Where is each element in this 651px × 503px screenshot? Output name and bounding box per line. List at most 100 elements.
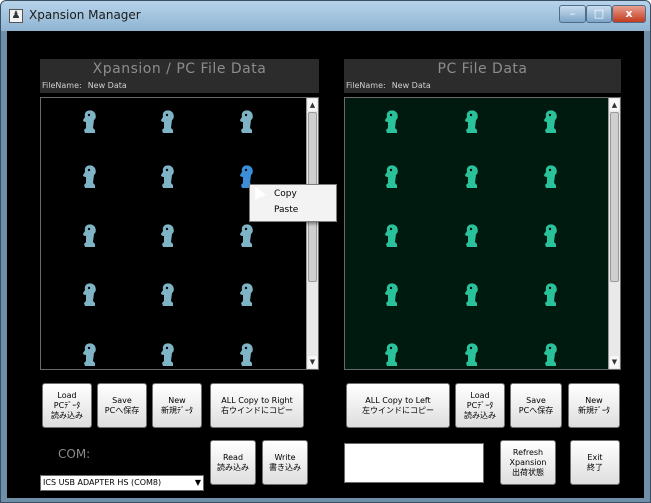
button-label: 書き込み xyxy=(269,462,301,472)
right-save-button[interactable]: Save PCへ保存 xyxy=(510,383,562,428)
button-label: Exit xyxy=(587,452,603,462)
figure-slot-icon[interactable] xyxy=(540,281,562,307)
exit-button[interactable]: Exit 終了 xyxy=(570,440,620,485)
figure-slot-icon[interactable] xyxy=(540,163,562,189)
window-title: Xpansion Manager xyxy=(29,8,141,22)
title-bar[interactable]: ♟ Xpansion Manager – □ x xyxy=(1,1,650,31)
figure-slot-icon[interactable] xyxy=(381,222,403,248)
figure-slot-icon[interactable] xyxy=(381,163,403,189)
figure-slot-icon[interactable] xyxy=(540,108,562,134)
button-label: PCﾃﾞｰﾀ xyxy=(53,400,81,410)
right-filename-label: FileName: xyxy=(346,81,386,90)
com-label: COM: xyxy=(58,447,91,461)
chevron-down-icon[interactable]: ▼ xyxy=(195,476,201,490)
figure-slot-icon[interactable] xyxy=(461,341,483,367)
button-label: Save xyxy=(526,395,546,405)
left-new-button[interactable]: New 新規ﾃﾞｰﾀ xyxy=(152,383,202,428)
scroll-down-icon[interactable]: ▼ xyxy=(610,356,619,368)
left-filename-label: FileName: xyxy=(42,81,82,90)
button-label: Save xyxy=(112,395,132,405)
app-icon: ♟ xyxy=(9,9,23,23)
figure-slot-icon[interactable] xyxy=(381,281,403,307)
figure-slot-icon[interactable] xyxy=(461,222,483,248)
button-label: Load xyxy=(57,390,77,400)
scroll-down-icon[interactable]: ▼ xyxy=(308,356,317,368)
button-label: ALL Copy to Right xyxy=(221,395,293,405)
button-label: 終了 xyxy=(587,462,603,472)
button-label: ALL Copy to Left xyxy=(365,395,431,405)
context-menu-paste[interactable]: Paste xyxy=(274,205,298,215)
figure-slot-icon[interactable] xyxy=(236,108,258,134)
left-filename-value: New Data xyxy=(87,81,127,90)
figure-slot-icon[interactable] xyxy=(540,222,562,248)
right-filename-value: New Data xyxy=(391,81,431,90)
right-new-button[interactable]: New 新規ﾃﾞｰﾀ xyxy=(568,383,620,428)
figure-slot-icon[interactable] xyxy=(79,341,101,367)
com-port-select[interactable]: ICS USB ADAPTER HS (COM8) ▼ xyxy=(40,475,204,491)
button-label: 読み込み xyxy=(464,410,496,420)
figure-slot-icon[interactable] xyxy=(79,108,101,134)
left-filename: FileName: New Data xyxy=(42,81,133,90)
copy-to-left-button[interactable]: ALL Copy to Left 左ウインドにコピー xyxy=(346,383,450,428)
figure-slot-icon[interactable] xyxy=(236,222,258,248)
minimize-button[interactable]: – xyxy=(559,5,586,23)
close-icon: x xyxy=(625,7,633,20)
context-menu-copy[interactable]: Copy xyxy=(274,189,297,199)
button-label: PCへ保存 xyxy=(518,405,554,415)
figure-slot-icon[interactable] xyxy=(461,108,483,134)
figure-slot-icon[interactable] xyxy=(461,163,483,189)
button-label: 読み込み xyxy=(51,410,83,420)
button-label: 読み込み xyxy=(217,462,249,472)
figure-slot-icon[interactable] xyxy=(540,341,562,367)
scroll-up-icon[interactable]: ▲ xyxy=(308,99,317,111)
left-scrollbar[interactable]: ▲ ▼ xyxy=(306,98,318,369)
figure-slot-icon[interactable] xyxy=(157,163,179,189)
figure-slot-icon[interactable] xyxy=(157,281,179,307)
figure-slot-icon[interactable] xyxy=(157,341,179,367)
button-label: Refresh xyxy=(512,447,544,457)
status-box xyxy=(344,443,484,483)
right-scrollbar[interactable]: ▲ ▼ xyxy=(608,98,620,369)
figure-slot-icon[interactable] xyxy=(236,281,258,307)
copy-to-right-button[interactable]: ALL Copy to Right 右ウインドにコピー xyxy=(210,383,304,428)
figure-slot-icon[interactable] xyxy=(79,222,101,248)
figure-slot-icon[interactable] xyxy=(381,108,403,134)
button-label: 右ウインドにコピー xyxy=(221,405,293,415)
read-button[interactable]: Read 読み込み xyxy=(210,440,256,485)
figure-slot-icon[interactable] xyxy=(157,222,179,248)
right-data-grid[interactable]: ▲ ▼ xyxy=(344,97,621,370)
right-load-button[interactable]: Load PCﾃﾞｰﾀ 読み込み xyxy=(455,383,505,428)
button-label: Write xyxy=(274,452,296,462)
figure-slot-icon[interactable] xyxy=(381,341,403,367)
button-label: Xpansion xyxy=(509,457,547,467)
right-scroll-thumb[interactable] xyxy=(610,112,619,282)
right-panel-title: PC File Data xyxy=(437,61,528,77)
figure-slot-icon[interactable] xyxy=(236,341,258,367)
right-panel-header: PC File Data FileName: New Data xyxy=(344,59,621,93)
left-panel-header: Xpansion / PC File Data FileName: New Dat… xyxy=(40,59,319,93)
left-load-button[interactable]: Load PCﾃﾞｰﾀ 読み込み xyxy=(42,383,92,428)
left-save-button[interactable]: Save PCへ保存 xyxy=(97,383,147,428)
left-data-grid[interactable]: ▲ ▼ xyxy=(40,97,319,370)
button-label: New xyxy=(168,395,186,405)
figure-slot-icon[interactable] xyxy=(79,163,101,189)
close-button[interactable]: x xyxy=(612,5,646,23)
button-label: New xyxy=(585,395,603,405)
button-label: 出荷状態 xyxy=(512,467,544,477)
refresh-button[interactable]: Refresh Xpansion 出荷状態 xyxy=(500,440,556,485)
button-label: 左ウインドにコピー xyxy=(362,405,434,415)
scroll-up-icon[interactable]: ▲ xyxy=(610,99,619,111)
right-filename: FileName: New Data xyxy=(346,81,437,90)
button-label: Load xyxy=(470,390,490,400)
figure-slot-icon[interactable] xyxy=(157,108,179,134)
button-label: PCへ保存 xyxy=(104,405,140,415)
write-button[interactable]: Write 書き込み xyxy=(262,440,308,485)
button-label: 新規ﾃﾞｰﾀ xyxy=(578,405,610,415)
left-panel-title: Xpansion / PC File Data xyxy=(92,61,267,77)
maximize-button[interactable]: □ xyxy=(586,5,612,23)
minimize-icon: – xyxy=(569,7,576,20)
button-label: Read xyxy=(222,452,244,462)
maximize-icon: □ xyxy=(593,7,605,20)
figure-slot-icon[interactable] xyxy=(79,281,101,307)
figure-slot-icon[interactable] xyxy=(461,281,483,307)
